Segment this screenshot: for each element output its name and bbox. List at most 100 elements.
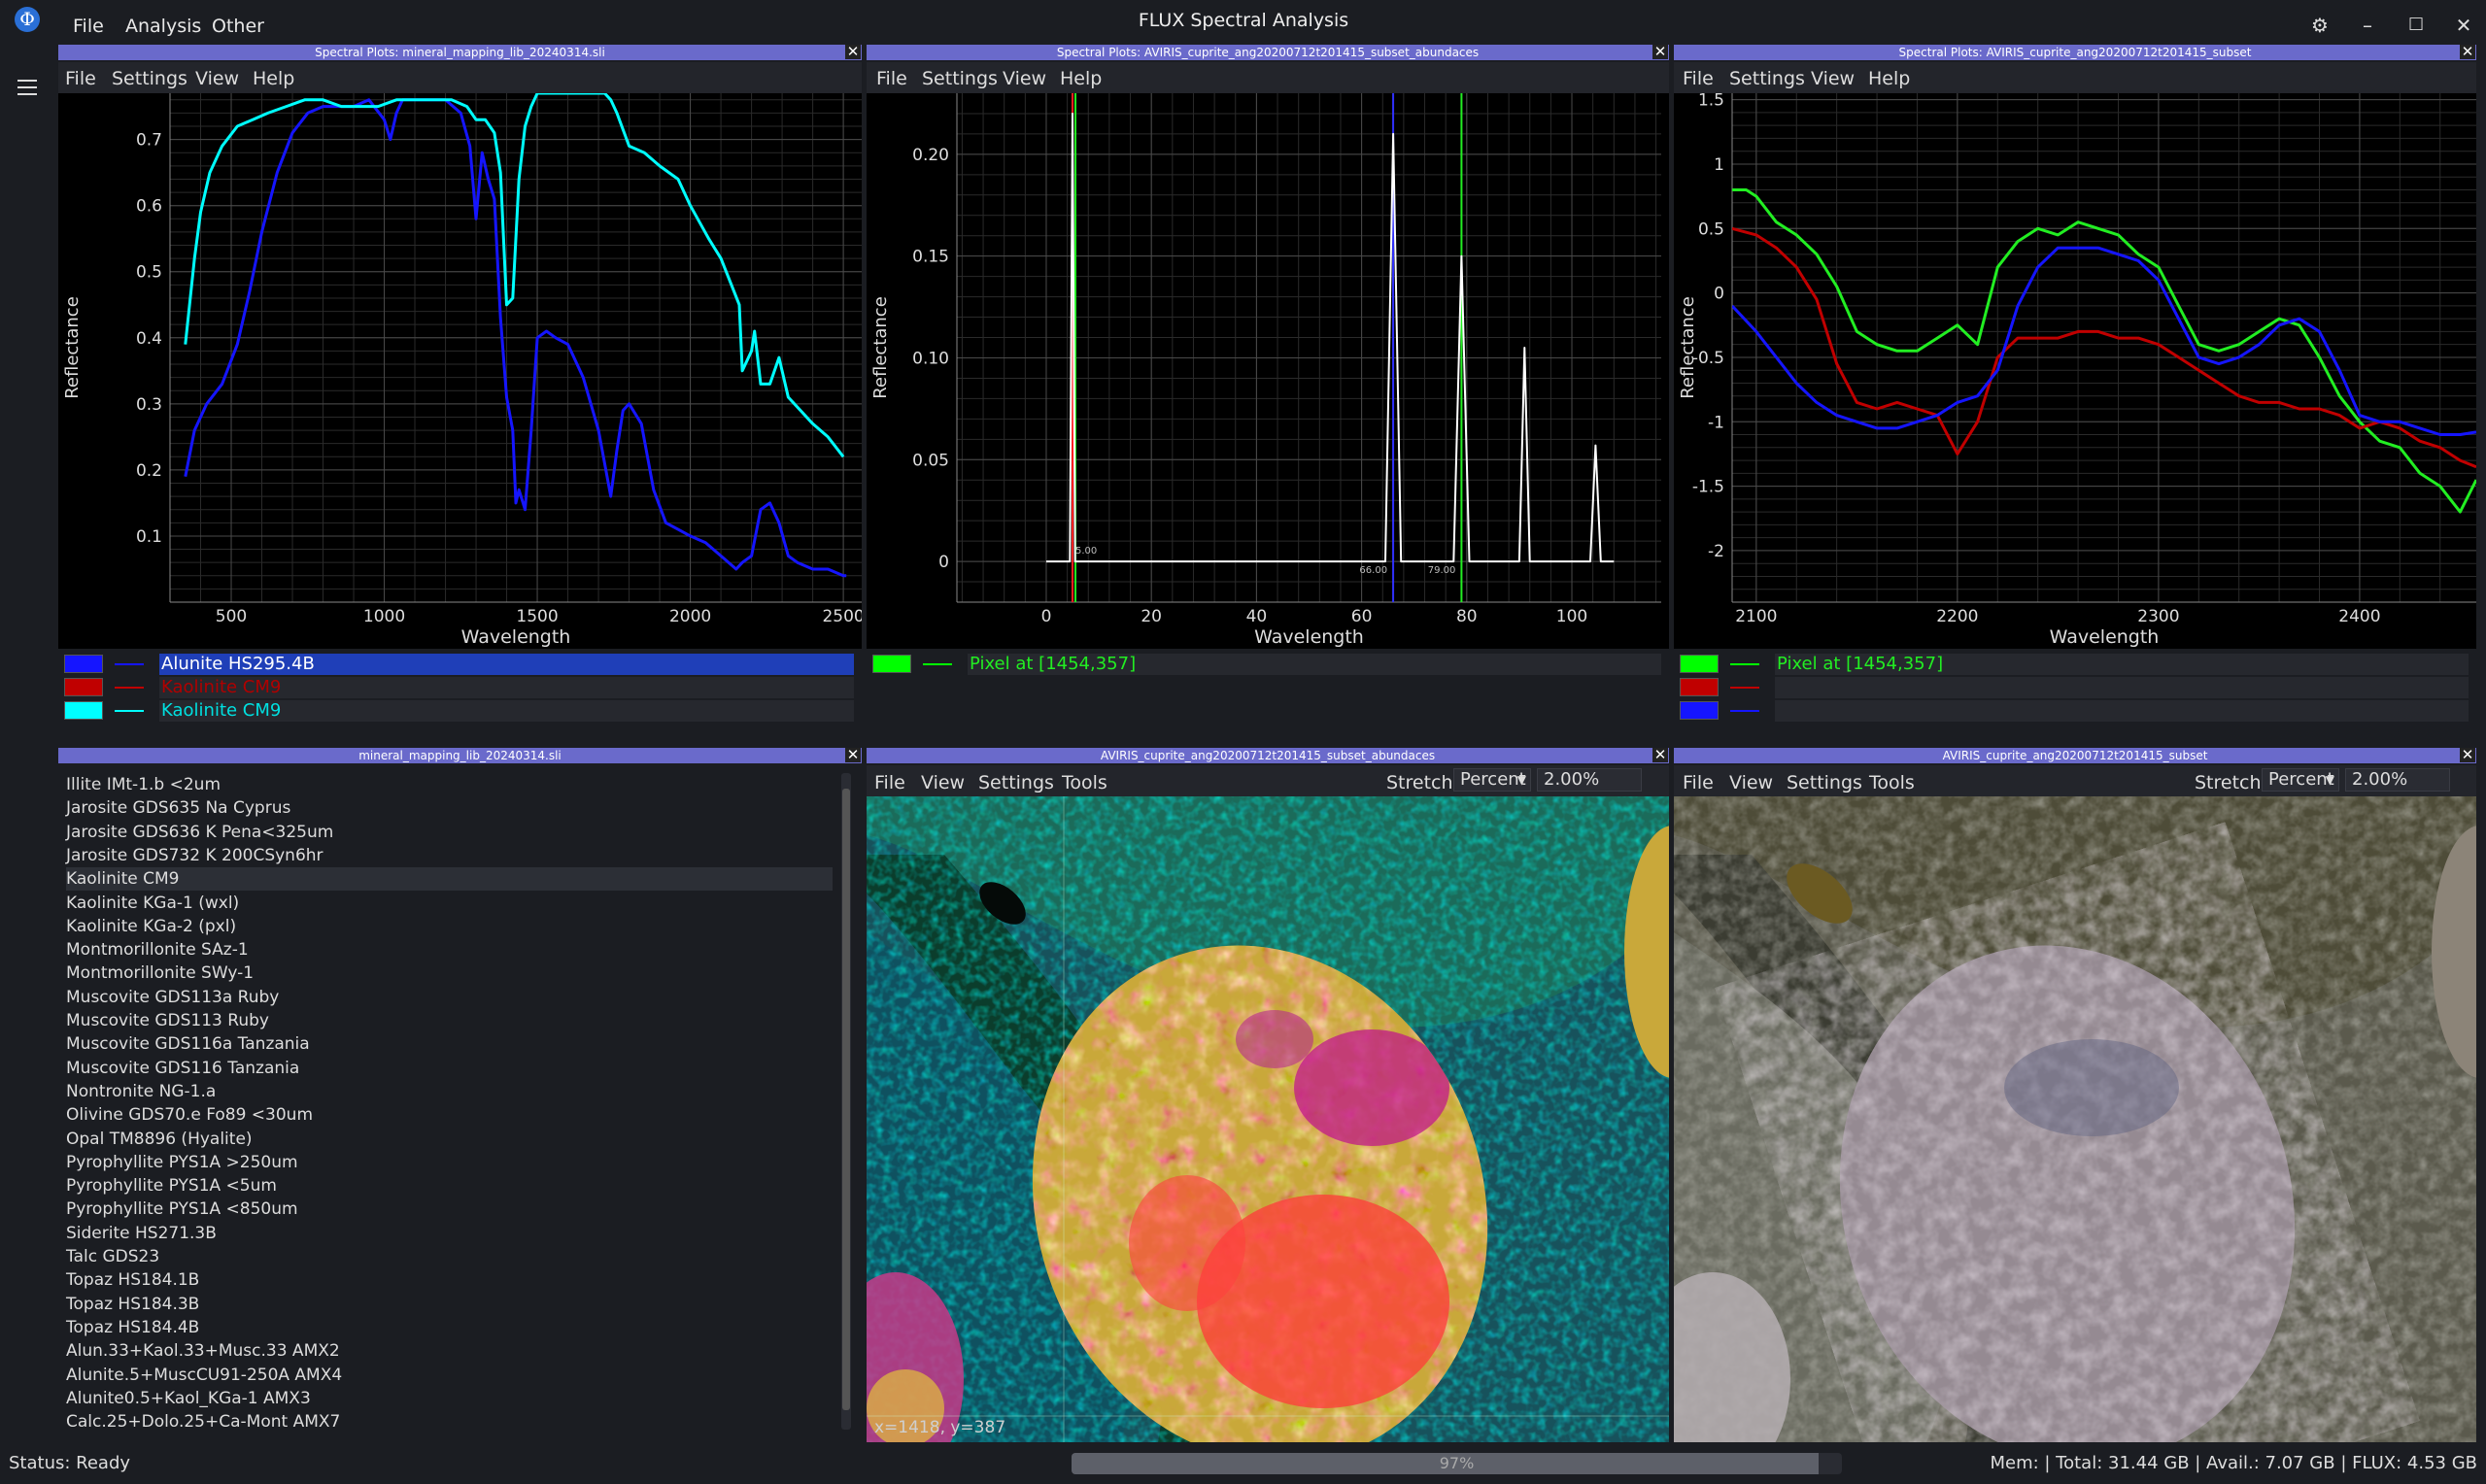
stretch-percent-input[interactable]: 2.00% xyxy=(2345,768,2450,792)
library-scrollbar-thumb[interactable] xyxy=(842,789,850,1410)
library-list-item[interactable]: Jarosite GDS732 K 200CSyn6hr xyxy=(66,844,324,867)
panel1-menu-help[interactable]: Help xyxy=(253,68,294,89)
legend-label[interactable]: Pixel at [1454,357] xyxy=(1775,654,2469,675)
legend-color-swatch[interactable] xyxy=(1680,655,1719,673)
menu-analysis[interactable]: Analysis xyxy=(125,17,201,36)
panel2-menu-file[interactable]: File xyxy=(876,68,907,89)
library-list-item[interactable]: Muscovite GDS113 Ruby xyxy=(66,1009,269,1032)
panel2-titlebar[interactable]: Spectral Plots: AVIRIS_cuprite_ang202007… xyxy=(867,45,1669,60)
legend-row[interactable]: Alunite HS295.4B xyxy=(58,654,862,675)
abundance-image[interactable]: x=1418, y=387 xyxy=(867,796,1669,1442)
panel5-menu-file[interactable]: File xyxy=(874,772,905,793)
legend-color-swatch[interactable] xyxy=(64,701,103,720)
panel2-menu-help[interactable]: Help xyxy=(1060,68,1102,89)
close-icon[interactable]: ✕ xyxy=(845,748,861,762)
library-scrollbar[interactable] xyxy=(841,773,851,1430)
close-window-icon[interactable]: ✕ xyxy=(2449,14,2478,37)
library-list-item[interactable]: Siderite HS271.3B xyxy=(66,1222,217,1245)
library-list-item[interactable]: Calc.25+Dolo.25+Ca-Mont AMX7 xyxy=(66,1410,340,1433)
legend-row[interactable]: Kaolinite CM9 xyxy=(58,677,862,698)
menu-other[interactable]: Other xyxy=(212,17,264,36)
panel1-menu-view[interactable]: View xyxy=(195,68,239,89)
panel3-plot[interactable]: 2100 2200 2300 2400 -2 -1.5 -1 -0.5 0 0.5 1 1.5 Wave… xyxy=(1674,91,2476,649)
legend-label[interactable]: Kaolinite CM9 xyxy=(159,677,854,698)
panel6-menu-file[interactable]: File xyxy=(1683,772,1714,793)
library-list-item[interactable]: Olivine GDS70.e Fo89 <30um xyxy=(66,1103,313,1127)
library-list-item[interactable]: Pyrophyllite PYS1A >250um xyxy=(66,1151,298,1174)
library-list-item[interactable]: Jarosite GDS636 K Pena<325um xyxy=(66,821,333,844)
panel5-menu-settings[interactable]: Settings xyxy=(978,772,1054,793)
library-list-item[interactable]: Montmorillonite SWy-1 xyxy=(66,961,254,985)
library-list-item[interactable]: Jarosite GDS635 Na Cyprus xyxy=(66,796,290,820)
panel2-menu-settings[interactable]: Settings xyxy=(922,68,998,89)
rgb-image-canvas[interactable] xyxy=(1674,796,2476,1442)
minimize-icon[interactable]: – xyxy=(2353,14,2382,37)
panel6-menu-tools[interactable]: Tools xyxy=(1869,772,1915,793)
rgb-image[interactable] xyxy=(1674,796,2476,1442)
stretch-percent-input[interactable]: 2.00% xyxy=(1537,768,1642,792)
panel3-menu-settings[interactable]: Settings xyxy=(1729,68,1805,89)
legend-label[interactable] xyxy=(1775,700,2469,722)
library-list-item[interactable]: Kaolinite KGa-1 (wxl) xyxy=(66,892,239,915)
library-list[interactable]: Illite IMt-1.b <2um Jarosite GDS635 Na Cy… xyxy=(58,765,862,1435)
panel3-menu-file[interactable]: File xyxy=(1683,68,1714,89)
menu-file[interactable]: File xyxy=(73,17,104,36)
library-list-item[interactable]: Montmorillonite SAz-1 xyxy=(66,938,249,961)
library-list-item[interactable]: Topaz HS184.1B xyxy=(66,1268,199,1292)
panel1-plot[interactable]: 500 1000 1500 2000 2500 0.1 0.2 0.3 0.4 0.5 0.6 0.7… xyxy=(58,93,865,649)
legend-row[interactable]: Pixel at [1454,357] xyxy=(1674,654,2476,675)
close-icon[interactable]: ✕ xyxy=(2460,45,2475,59)
library-list-item[interactable]: Illite IMt-1.b <2um xyxy=(66,773,221,796)
panel3-titlebar[interactable]: Spectral Plots: AVIRIS_cuprite_ang202007… xyxy=(1674,45,2476,60)
panel1-menu-settings[interactable]: Settings xyxy=(112,68,187,89)
library-list-item[interactable]: Muscovite GDS116a Tanzania xyxy=(66,1032,310,1056)
legend-row[interactable] xyxy=(1674,700,2476,722)
app-logo[interactable]: Φ xyxy=(15,7,40,32)
panel1-menu-file[interactable]: File xyxy=(65,68,96,89)
stretch-mode-select[interactable]: Percent ▼ xyxy=(1453,768,1531,792)
library-list-item[interactable]: Muscovite GDS113a Ruby xyxy=(66,986,279,1009)
library-list-item[interactable]: Calc.25+Dolo.25+Na-Mon AMX10 xyxy=(66,1433,345,1435)
legend-label[interactable] xyxy=(1775,677,2469,698)
library-list-item[interactable]: Alun.33+Kaol.33+Musc.33 AMX2 xyxy=(66,1339,340,1363)
library-list-item[interactable]: Topaz HS184.3B xyxy=(66,1293,199,1316)
library-list-item[interactable]: Alunite.5+MuscCU91-250A AMX4 xyxy=(66,1364,342,1387)
close-icon[interactable]: ✕ xyxy=(1652,748,1668,762)
panel2-plot[interactable]: 0 20 40 60 80 100 0 0.05 0.10 0.15 0.20 Wavelength R… xyxy=(867,93,1669,649)
legend-label[interactable]: Kaolinite CM9 xyxy=(159,700,854,722)
library-list-item[interactable]: Kaolinite CM9 xyxy=(66,867,833,892)
panel4-titlebar[interactable]: mineral_mapping_lib_20240314.sli ✕ xyxy=(58,748,862,763)
legend-color-swatch[interactable] xyxy=(872,655,911,673)
panel6-titlebar[interactable]: AVIRIS_cuprite_ang20200712t201415_subset… xyxy=(1674,748,2476,763)
legend-label[interactable]: Alunite HS295.4B xyxy=(159,654,854,675)
legend-color-swatch[interactable] xyxy=(1680,701,1719,720)
close-icon[interactable]: ✕ xyxy=(2460,748,2475,762)
library-list-item[interactable]: Muscovite GDS116 Tanzania xyxy=(66,1057,299,1080)
legend-color-swatch[interactable] xyxy=(64,655,103,673)
panel3-menu-view[interactable]: View xyxy=(1811,68,1855,89)
panel3-menu-help[interactable]: Help xyxy=(1868,68,1910,89)
library-list-item[interactable]: Nontronite NG-1.a xyxy=(66,1080,216,1103)
panel1-titlebar[interactable]: Spectral Plots: mineral_mapping_lib_2024… xyxy=(58,45,862,60)
panel6-menu-view[interactable]: View xyxy=(1729,772,1773,793)
close-icon[interactable]: ✕ xyxy=(845,45,861,59)
library-list-item[interactable]: Kaolinite KGa-2 (pxl) xyxy=(66,915,236,938)
maximize-icon[interactable]: □ xyxy=(2401,14,2431,33)
library-list-item[interactable]: Pyrophyllite PYS1A <850um xyxy=(66,1197,298,1221)
abundance-image-canvas[interactable] xyxy=(867,796,1669,1442)
panel2-menu-view[interactable]: View xyxy=(1003,68,1046,89)
library-list-item[interactable]: Talc GDS23 xyxy=(66,1245,159,1268)
library-list-item[interactable]: Opal TM8896 (Hyalite) xyxy=(66,1128,253,1151)
legend-label[interactable]: Pixel at [1454,357] xyxy=(968,654,1661,675)
library-list-item[interactable]: Alunite0.5+Kaol_KGa-1 AMX3 xyxy=(66,1387,311,1410)
legend-row[interactable]: Pixel at [1454,357] xyxy=(867,654,1669,675)
panel5-titlebar[interactable]: AVIRIS_cuprite_ang20200712t201415_subset… xyxy=(867,748,1669,763)
library-list-item[interactable]: Topaz HS184.4B xyxy=(66,1316,199,1339)
legend-row[interactable]: Kaolinite CM9 xyxy=(58,700,862,722)
legend-color-swatch[interactable] xyxy=(1680,678,1719,696)
legend-row[interactable] xyxy=(1674,677,2476,698)
stretch-mode-select[interactable]: Percent ▼ xyxy=(2262,768,2339,792)
gear-icon[interactable]: ⚙ xyxy=(2305,14,2334,37)
panel6-menu-settings[interactable]: Settings xyxy=(1787,772,1862,793)
close-icon[interactable]: ✕ xyxy=(1652,45,1668,59)
